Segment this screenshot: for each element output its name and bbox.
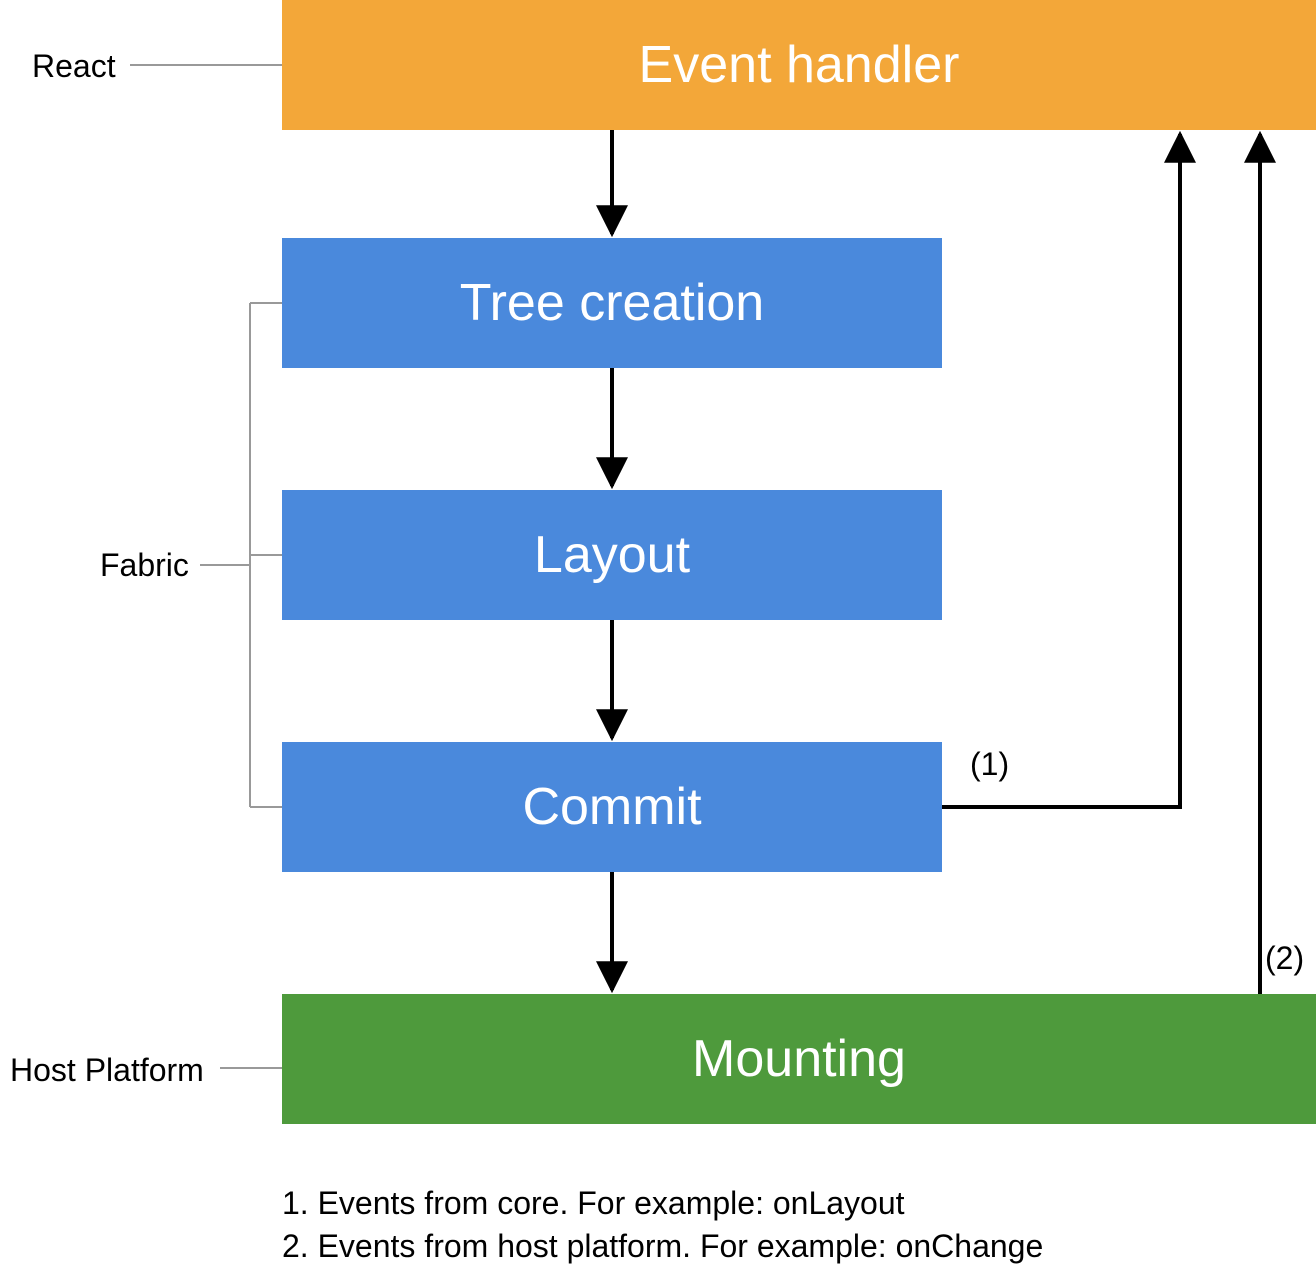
label-fabric: Fabric xyxy=(100,547,189,584)
footnote-2: 2. Events from host platform. For exampl… xyxy=(282,1228,1043,1265)
diagram-canvas: React Fabric Host Platform Event handler… xyxy=(0,0,1316,1286)
box-event-handler: Event handler xyxy=(282,0,1316,130)
box-commit: Commit xyxy=(282,742,942,872)
label-host-platform: Host Platform xyxy=(10,1052,204,1089)
box-tree-creation: Tree creation xyxy=(282,238,942,368)
edge-label-1: (1) xyxy=(970,746,1009,783)
label-react: React xyxy=(32,48,116,85)
connector-fabric xyxy=(200,303,282,807)
box-mounting: Mounting xyxy=(282,994,1316,1124)
footnote-1: 1. Events from core. For example: onLayo… xyxy=(282,1185,905,1222)
box-layout: Layout xyxy=(282,490,942,620)
arrow-commit-to-event-1 xyxy=(942,134,1180,807)
edge-label-2: (2) xyxy=(1265,940,1304,977)
